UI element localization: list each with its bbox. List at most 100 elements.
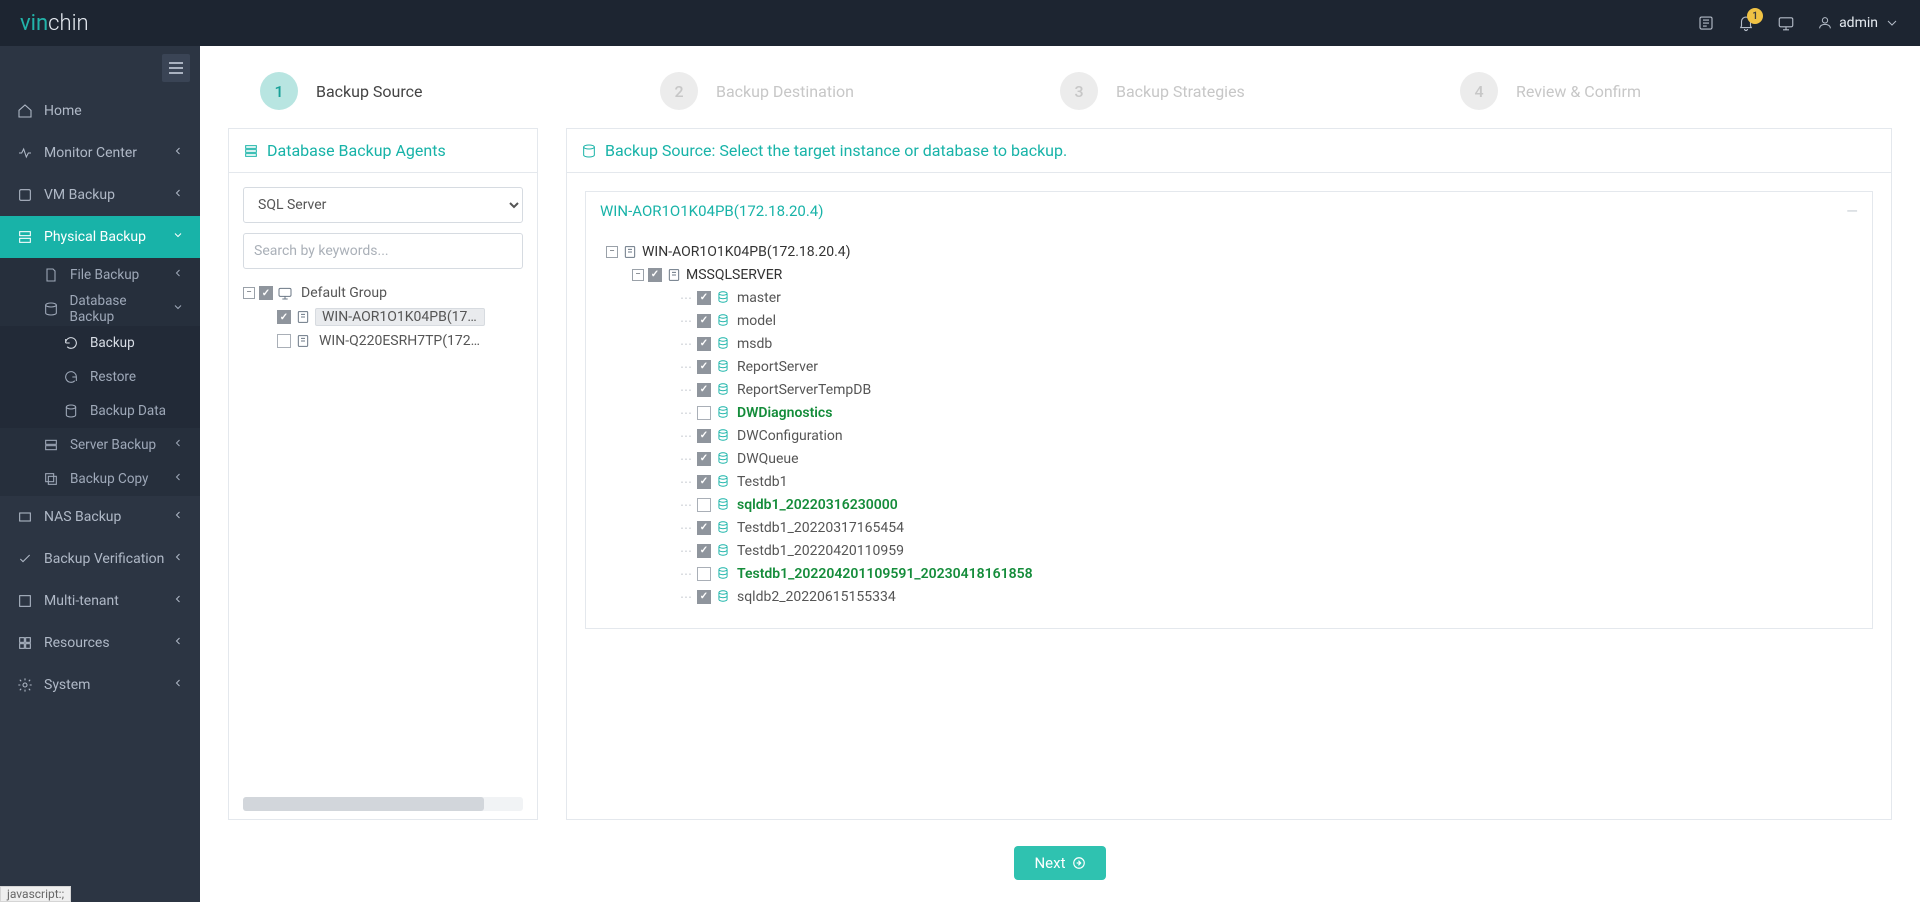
nav-monitor[interactable]: Monitor Center	[0, 132, 200, 174]
agents-scrollbar[interactable]	[243, 797, 523, 811]
db-name[interactable]: sqldb1_20220316230000	[737, 497, 898, 513]
user-menu[interactable]: admin	[1817, 15, 1900, 31]
db-checkbox[interactable]	[697, 383, 711, 397]
db-row: ⋯sqldb2_20220615155334	[680, 585, 1852, 608]
collapse-icon[interactable]: —	[1846, 202, 1858, 220]
db-name[interactable]: Testdb1	[737, 474, 788, 490]
db-checkbox[interactable]	[697, 498, 711, 512]
db-name[interactable]: ReportServerTempDB	[737, 382, 871, 398]
nav-home[interactable]: Home	[0, 90, 200, 132]
db-checkbox[interactable]	[697, 291, 711, 305]
topbar-right: 1 admin	[1697, 14, 1900, 32]
db-name[interactable]: Testdb1_20220420110959	[737, 543, 904, 559]
db-checkbox[interactable]	[697, 360, 711, 374]
db-checkbox[interactable]	[697, 406, 711, 420]
chevron-left-icon	[172, 471, 184, 487]
chevron-left-icon	[172, 187, 184, 203]
instance-checkbox[interactable]	[648, 268, 662, 282]
nav-nas[interactable]: NAS Backup	[0, 496, 200, 538]
db-checkbox[interactable]	[697, 590, 711, 604]
db-name[interactable]: master	[737, 290, 781, 306]
next-button[interactable]: Next	[1014, 846, 1105, 880]
user-name: admin	[1839, 15, 1878, 31]
step-backup-source[interactable]: 1 Backup Source	[260, 72, 660, 110]
nas-icon	[16, 508, 34, 526]
nav-verify[interactable]: Backup Verification	[0, 538, 200, 580]
brand-logo: vinchin	[20, 11, 89, 36]
chevron-down-icon	[172, 301, 184, 317]
db-checkbox[interactable]	[697, 521, 711, 535]
nav-resources[interactable]: Resources	[0, 622, 200, 664]
nav-server-backup[interactable]: Server Backup	[0, 428, 200, 462]
nav-restore[interactable]: Restore	[0, 360, 200, 394]
nav-tenant[interactable]: Multi-tenant	[0, 580, 200, 622]
database-icon	[716, 589, 732, 605]
database-icon	[716, 313, 732, 329]
chevron-left-icon	[172, 677, 184, 693]
tree-collapse[interactable]: −	[606, 246, 618, 258]
db-name[interactable]: model	[737, 313, 776, 329]
list-icon	[243, 143, 259, 159]
host1-checkbox[interactable]	[277, 310, 291, 324]
db-name[interactable]: msdb	[737, 336, 772, 352]
db-name[interactable]: DWConfiguration	[737, 428, 843, 444]
monitor-icon[interactable]	[1777, 14, 1795, 32]
step-backup-destination[interactable]: 2 Backup Destination	[660, 72, 1060, 110]
sidebar-toggle[interactable]	[162, 54, 190, 82]
bell-icon[interactable]: 1	[1737, 14, 1755, 32]
db-row: ⋯Testdb1_20220317165454	[680, 516, 1852, 539]
db-checkbox[interactable]	[697, 567, 711, 581]
step-backup-strategies[interactable]: 3 Backup Strategies	[1060, 72, 1460, 110]
db-name[interactable]: Testdb1_20220317165454	[737, 520, 904, 536]
log-icon[interactable]	[1697, 14, 1715, 32]
db-checkbox[interactable]	[697, 314, 711, 328]
group-checkbox[interactable]	[259, 286, 273, 300]
agents-panel: Database Backup Agents SQL Server − Defa…	[228, 128, 538, 820]
chevron-down-icon	[172, 229, 184, 245]
db-checkbox[interactable]	[697, 429, 711, 443]
db-checkbox[interactable]	[697, 452, 711, 466]
db-name[interactable]: DWQueue	[737, 451, 799, 467]
agent-search-input[interactable]	[243, 233, 523, 269]
database-icon	[716, 336, 732, 352]
instance-label[interactable]: MSSQLSERVER	[686, 267, 782, 283]
db-checkbox[interactable]	[697, 544, 711, 558]
host2-label[interactable]: WIN-Q220ESRH7TP(172.18.30.20)	[315, 333, 485, 349]
db-type-select[interactable]: SQL Server	[243, 187, 523, 223]
database-icon	[716, 405, 732, 421]
tree-collapse[interactable]: −	[243, 287, 255, 299]
chevron-down-icon	[1884, 15, 1900, 31]
nav-physical[interactable]: Physical Backup	[0, 216, 200, 258]
group-label[interactable]: Default Group	[297, 285, 391, 301]
nav-database-backup[interactable]: Database Backup	[0, 292, 200, 326]
db-checkbox[interactable]	[697, 475, 711, 489]
nav-backup-data[interactable]: Backup Data	[0, 394, 200, 428]
database-icon	[716, 520, 732, 536]
tree-collapse[interactable]: −	[632, 269, 644, 281]
host2-checkbox[interactable]	[277, 334, 291, 348]
server-icon	[295, 333, 311, 349]
nav-file-backup[interactable]: File Backup	[0, 258, 200, 292]
db-name[interactable]: ReportServer	[737, 359, 818, 375]
database-icon	[716, 474, 732, 490]
host-root-label[interactable]: WIN-AOR1O1K04PB(172.18.20.4)	[642, 244, 851, 260]
nav-system[interactable]: System	[0, 664, 200, 706]
db-checkbox[interactable]	[697, 337, 711, 351]
nav-backup[interactable]: Backup	[0, 326, 200, 360]
chevron-left-icon	[172, 551, 184, 567]
db-row: ⋯ReportServerTempDB	[680, 378, 1852, 401]
db-name[interactable]: DWDiagnostics	[737, 405, 832, 421]
database-icon	[581, 143, 597, 159]
database-icon	[716, 497, 732, 513]
host1-label[interactable]: WIN-AOR1O1K04PB(172.18.20.4)	[315, 308, 485, 326]
nav-backup-copy[interactable]: Backup Copy	[0, 462, 200, 496]
db-name[interactable]: Testdb1_202204201109591_20230418161858	[737, 566, 1033, 582]
database-icon	[716, 428, 732, 444]
db-name[interactable]: sqldb2_20220615155334	[737, 589, 896, 605]
db-row: ⋯msdb	[680, 332, 1852, 355]
monitor-center-icon	[16, 144, 34, 162]
server-backup-icon	[42, 436, 60, 454]
nav-vmbackup[interactable]: VM Backup	[0, 174, 200, 216]
step-review-confirm[interactable]: 4 Review & Confirm	[1460, 72, 1860, 110]
server-icon	[295, 309, 311, 325]
